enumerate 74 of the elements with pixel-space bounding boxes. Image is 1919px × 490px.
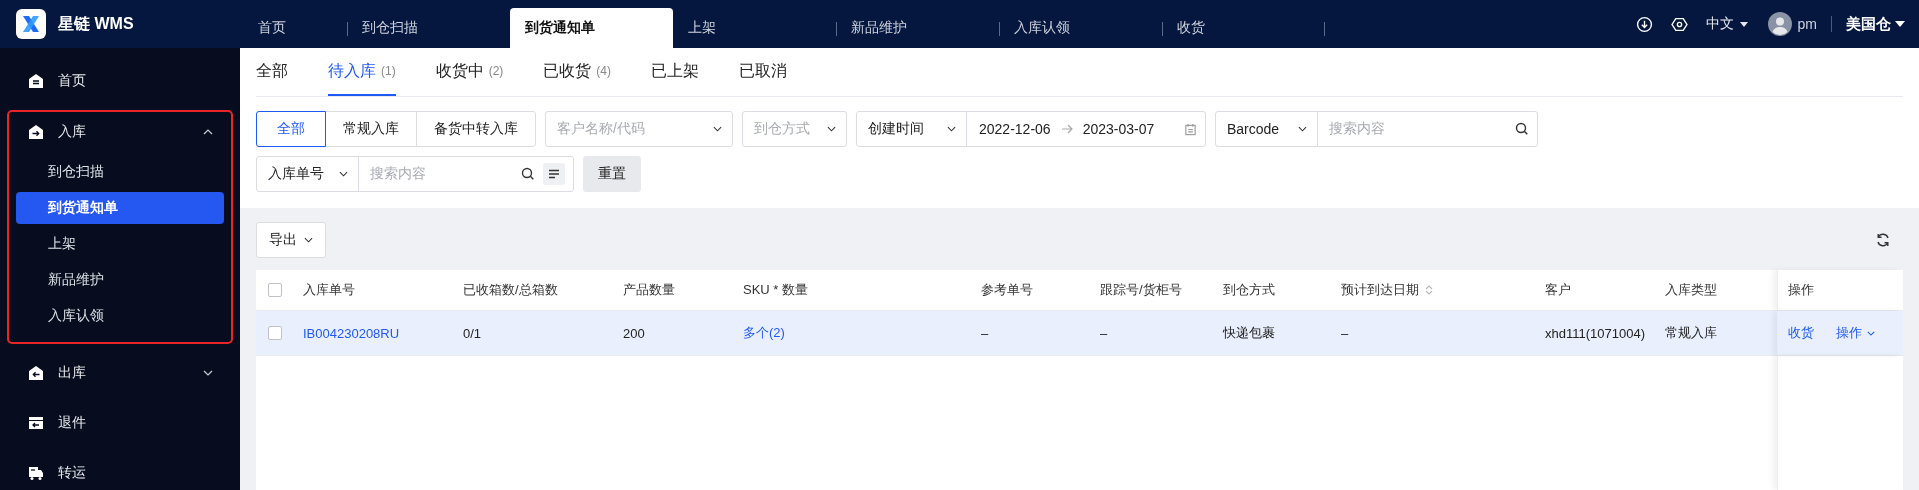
menu-item[interactable]: 入库 xyxy=(9,112,231,152)
submenu-item[interactable]: 入库认领 xyxy=(16,300,224,332)
warehouse-dropdown[interactable]: 美国仓 xyxy=(1846,14,1905,34)
inbound-icon xyxy=(28,124,44,140)
column-header: 操作 xyxy=(1788,281,1814,299)
language-dropdown[interactable]: 中文 xyxy=(1705,15,1748,33)
column-header: 跟踪号/货柜号 xyxy=(1100,281,1182,299)
page-tab[interactable]: 收货 xyxy=(1162,8,1325,48)
status-tab[interactable]: 已收货 (4) xyxy=(543,48,611,96)
status-tab[interactable]: 已上架 xyxy=(651,48,699,96)
reset-button[interactable]: 重置 xyxy=(583,156,641,192)
settings-icon[interactable] xyxy=(1670,15,1688,33)
menu-item[interactable]: 转运 xyxy=(9,450,231,490)
table-cell: 0/1 xyxy=(463,325,482,341)
type-filter-button[interactable]: 备货中转入库 xyxy=(416,111,536,147)
column-header: 入库单号 xyxy=(303,281,355,299)
avatar-icon[interactable] xyxy=(1767,12,1792,36)
refresh-icon[interactable] xyxy=(1875,232,1891,248)
column-header: 入库类型 xyxy=(1665,281,1717,299)
submenu-item[interactable]: 新品维护 xyxy=(16,264,224,296)
page-tab[interactable]: 入库认领 xyxy=(999,8,1162,48)
chevron-icon xyxy=(304,237,313,243)
type-filter-button[interactable]: 常规入库 xyxy=(325,111,417,147)
table-cell: – xyxy=(981,325,989,341)
column-header: 到仓方式 xyxy=(1223,281,1275,299)
column-header: 预计到达日期 xyxy=(1341,281,1419,299)
status-tab[interactable]: 已取消 xyxy=(739,48,787,96)
page-tab[interactable]: 上架 xyxy=(673,8,836,48)
menu-item[interactable]: 退件 xyxy=(9,400,231,446)
column-header: 产品数量 xyxy=(623,281,675,299)
table-cell: 200 xyxy=(623,325,645,341)
submenu-item[interactable]: 到仓扫描 xyxy=(16,156,224,188)
column-header: SKU * 数量 xyxy=(743,281,808,299)
page-tab[interactable]: 到仓扫描 xyxy=(347,8,510,48)
menu-item[interactable]: 首页 xyxy=(9,58,231,104)
chevron-icon xyxy=(1867,330,1875,336)
page-tab[interactable]: 新品维护 xyxy=(836,8,999,48)
table-cell: – xyxy=(1341,325,1349,341)
order-link[interactable]: IB004230208RU xyxy=(303,325,400,341)
table-cell: 常规入库 xyxy=(1665,324,1717,342)
user-name: pm xyxy=(1797,16,1817,32)
table-row[interactable]: IB004230208RU 0/1 200 多个(2) – – 快递包裹 – xhd111(1071004) 常规入库 收货 操作 xyxy=(256,311,1903,356)
table-cell: 快递包裹 xyxy=(1223,324,1275,342)
outbound-icon xyxy=(28,365,44,381)
truck-icon xyxy=(28,465,44,481)
submenu-item[interactable]: 上架 xyxy=(16,228,224,260)
actions-dropdown[interactable]: 操作 xyxy=(1836,324,1875,342)
return-icon xyxy=(28,415,44,431)
column-header: 已收箱数/总箱数 xyxy=(463,281,558,299)
chevron-icon xyxy=(713,126,722,132)
sku-link[interactable]: 多个(2) xyxy=(743,324,785,342)
status-tab[interactable]: 待入库 (1) xyxy=(328,48,396,96)
chevron-icon xyxy=(827,126,836,132)
chevron-icon xyxy=(203,370,213,376)
status-tab[interactable]: 收货中 (2) xyxy=(435,48,504,96)
submenu-item[interactable]: 到货通知单 xyxy=(16,192,224,224)
receive-link[interactable]: 收货 xyxy=(1788,324,1814,342)
type-filter-button[interactable]: 全部 xyxy=(256,111,326,147)
column-header: 客户 xyxy=(1545,281,1571,299)
download-icon[interactable] xyxy=(1635,15,1653,33)
menu-item[interactable]: 出库 xyxy=(9,350,231,396)
logo-icon xyxy=(16,9,46,39)
column-header: 参考单号 xyxy=(981,281,1033,299)
page-tab[interactable]: 到货通知单 xyxy=(510,8,673,48)
table-cell: xhd111(1071004) xyxy=(1545,325,1645,341)
checkbox[interactable] xyxy=(267,283,282,297)
checkbox[interactable] xyxy=(267,326,282,340)
chevron-icon xyxy=(203,129,213,135)
export-button[interactable]: 导出 xyxy=(256,222,326,258)
house-icon xyxy=(28,73,44,89)
page-tab[interactable]: 首页 xyxy=(245,8,347,48)
status-tab[interactable]: 全部 xyxy=(256,48,288,96)
app-name: 星链 WMS xyxy=(58,13,134,34)
table-cell: – xyxy=(1100,325,1108,341)
